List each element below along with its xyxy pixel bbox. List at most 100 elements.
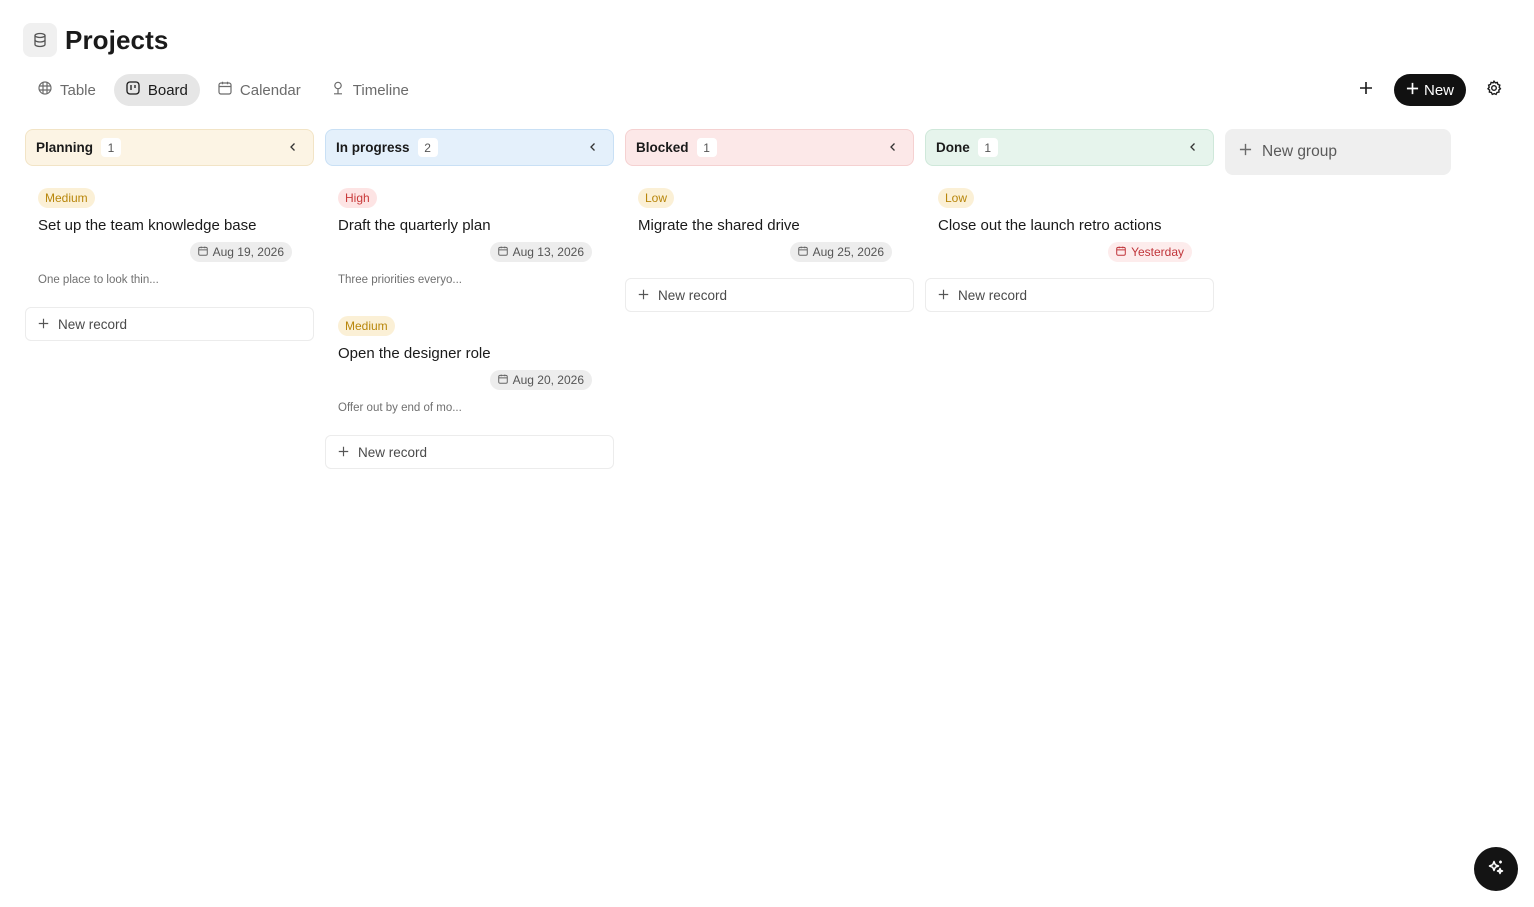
column-count: 2 [417,138,438,157]
due-date-text: Aug 13, 2026 [512,245,584,259]
collapse-button[interactable] [883,138,903,158]
due-date-text: Aug 19, 2026 [212,245,284,259]
timeline-icon [331,81,345,99]
calendar-icon [497,245,508,259]
priority-badge: High [338,188,377,208]
kanban-board: Planning 1 Medium Set up the team knowle… [25,129,1451,469]
date-row: Aug 25, 2026 [638,242,892,262]
page-header: Projects [23,23,168,57]
tab-calendar[interactable]: Calendar [206,74,313,106]
collapse-button[interactable] [283,138,303,158]
plus-icon [1239,143,1252,161]
card-title: Close out the launch retro actions [938,217,1162,234]
tab-table[interactable]: Table [26,74,108,106]
database-icon[interactable] [23,23,57,57]
card-description: One place to look thin... [38,274,159,286]
page-title: Projects [65,24,169,55]
new-button[interactable]: New [1393,74,1466,106]
new-record-button[interactable]: New record [925,278,1214,312]
card-description: Three priorities everyo... [338,274,462,286]
plus-icon [638,288,649,303]
plus-icon [38,317,49,332]
new-button-label: New [1423,81,1454,99]
column-title: Planning [36,140,93,155]
column-in-progress: In progress 2 High Draft the quarterly p… [325,129,614,469]
projects-page: Projects Table Board Calendar Timeline N… [0,0,1534,907]
plus-icon [938,288,949,303]
date-row: Aug 20, 2026 [338,370,592,390]
new-record-label: New record [658,287,728,303]
column-header: Blocked 1 [625,129,914,166]
column-count: 1 [101,138,121,157]
card-title: Open the designer role [338,345,491,362]
card-description: Offer out by end of mo... [338,402,462,414]
calendar-icon [797,245,808,259]
new-record-button[interactable]: New record [25,307,314,341]
calendar-icon [1116,245,1126,259]
calendar-icon [497,373,508,387]
column-title: Blocked [636,140,689,155]
add-button[interactable] [1352,74,1380,106]
calendar-icon [218,81,232,99]
new-record-button[interactable]: New record [625,278,914,312]
toolbar-actions: New [1352,74,1508,106]
tab-label: Table [60,81,96,99]
due-date: Aug 13, 2026 [489,242,592,262]
date-row: Aug 19, 2026 [38,242,292,262]
plus-icon [1359,81,1373,100]
column-title: In progress [336,140,410,155]
chevron-left-icon [1188,139,1198,157]
chevron-left-icon [588,139,598,157]
new-group-label: New group [1262,143,1337,160]
date-row: Yesterday [938,242,1192,262]
column-count: 1 [977,138,998,157]
due-date-text: Yesterday [1131,245,1184,259]
ai-assistant-button[interactable] [1474,847,1518,891]
due-date: Aug 25, 2026 [789,242,892,262]
card-title: Draft the quarterly plan [338,217,491,234]
tab-label: Calendar [239,81,301,99]
tab-board[interactable]: Board [113,74,200,106]
sparkle-icon [1487,858,1505,881]
due-date: Aug 19, 2026 [189,242,292,262]
column-blocked: Blocked 1 Low Migrate the shared drive A… [625,129,914,312]
tab-label: Board [147,81,188,99]
column-header: In progress 2 [325,129,614,166]
column-planning: Planning 1 Medium Set up the team knowle… [25,129,314,341]
board-icon [126,81,140,99]
card-title: Migrate the shared drive [638,217,800,234]
collapse-button[interactable] [583,138,603,158]
due-date-text: Aug 25, 2026 [812,245,884,259]
column-done: Done 1 Low Close out the launch retro ac… [925,129,1214,312]
tab-label: Timeline [352,81,409,99]
new-record-label: New record [358,444,428,460]
settings-button[interactable] [1480,74,1508,106]
view-tabs: Table Board Calendar Timeline [26,74,421,106]
collapse-button[interactable] [1183,138,1203,158]
plus-icon [338,445,349,460]
new-group-button[interactable]: New group [1225,129,1451,175]
column-count: 1 [696,138,717,157]
new-record-button[interactable]: New record [325,435,614,469]
record-card[interactable]: Low Migrate the shared drive Aug 25, 202… [625,174,914,262]
due-date: Aug 20, 2026 [489,370,592,390]
calendar-icon [197,245,208,259]
new-record-label: New record [958,287,1028,303]
priority-badge: Low [638,188,675,208]
due-date-text: Aug 20, 2026 [512,373,584,387]
gear-icon [1486,79,1502,101]
record-card[interactable]: Medium Set up the team knowledge base Au… [25,174,314,286]
table-icon [38,81,52,99]
tab-timeline[interactable]: Timeline [319,74,421,106]
date-row: Aug 13, 2026 [338,242,592,262]
priority-badge: Medium [338,316,395,336]
record-card[interactable]: High Draft the quarterly plan Aug 13, 20… [325,174,614,286]
new-record-label: New record [58,316,128,332]
record-card[interactable]: Medium Open the designer role Aug 20, 20… [325,286,614,414]
record-card[interactable]: Low Close out the launch retro actions Y… [925,174,1214,262]
priority-badge: Low [938,188,975,208]
priority-badge: Medium [38,188,95,208]
column-header: Done 1 [925,129,1214,166]
plus-icon [1406,82,1419,99]
card-title: Set up the team knowledge base [38,217,257,234]
